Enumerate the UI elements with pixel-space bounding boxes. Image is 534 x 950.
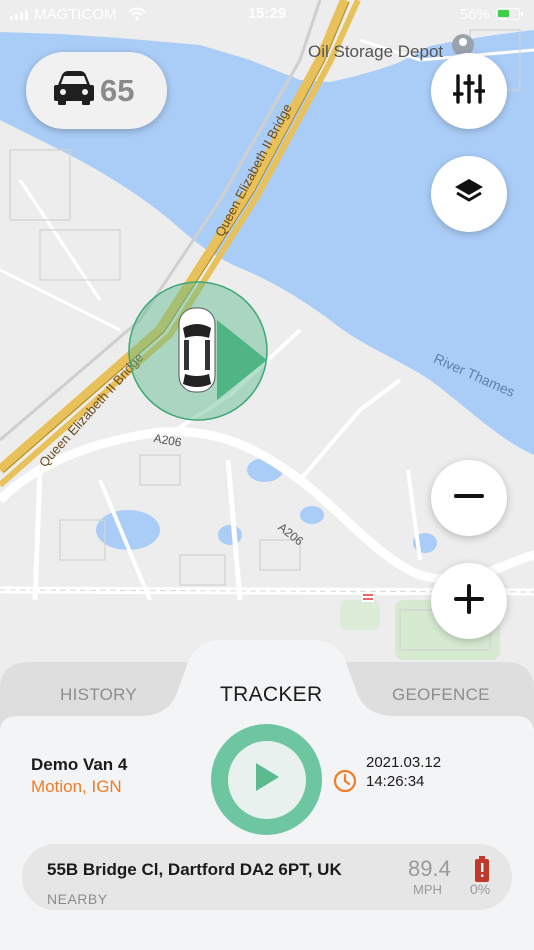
vehicle-marker[interactable]: [127, 280, 269, 422]
clock-time: 15:29: [247, 5, 287, 22]
filters-button[interactable]: [431, 53, 507, 129]
tab-tracker[interactable]: TRACKER: [220, 683, 322, 707]
vehicle-status: Motion, IGN: [31, 777, 122, 796]
last-update-date: 2021.03.12: [366, 754, 442, 771]
battery-icon: [496, 8, 523, 20]
car-icon: [54, 71, 94, 110]
vehicle-battery-level: 0%: [470, 881, 491, 897]
rail-station-icon: [362, 592, 374, 602]
zoom-out-button[interactable]: [431, 460, 507, 536]
car-top-icon: [178, 307, 216, 393]
play-icon: [254, 762, 280, 797]
vehicle-count-pill[interactable]: 65: [26, 52, 167, 129]
layers-button[interactable]: [431, 156, 507, 232]
play-button[interactable]: [211, 724, 322, 835]
layers-icon: [453, 177, 485, 212]
last-update-time: 14:26:34: [366, 773, 425, 790]
plus-icon: [454, 583, 484, 619]
vehicle-name: Demo Van 4: [31, 755, 128, 774]
clock-icon: [333, 769, 357, 798]
lake: [300, 506, 324, 524]
status-bar: MAGTICOM 15:29 56%: [0, 0, 534, 30]
vehicle-speed: 89.4: [408, 856, 451, 881]
address-note: NEARBY: [47, 891, 108, 907]
zoom-in-button[interactable]: [431, 563, 507, 639]
bottom-panel: HISTORY TRACKER GEOFENCE Demo Van 4 Moti…: [0, 640, 534, 950]
lake: [218, 525, 242, 545]
battery-percent: 56%: [459, 6, 490, 23]
map-label-oil-depot: Oil Storage Depot: [308, 42, 444, 61]
sliders-icon: [452, 73, 486, 110]
tab-geofence[interactable]: GEOFENCE: [392, 685, 490, 705]
vehicle-address: 55B Bridge Cl, Dartford DA2 6PT, UK: [47, 860, 342, 879]
tab-history[interactable]: HISTORY: [60, 685, 137, 705]
minus-icon: [454, 481, 484, 516]
speed-unit: MPH: [413, 882, 442, 897]
vehicle-count: 65: [100, 72, 135, 108]
address-card[interactable]: 55B Bridge Cl, Dartford DA2 6PT, UK NEAR…: [22, 844, 512, 910]
